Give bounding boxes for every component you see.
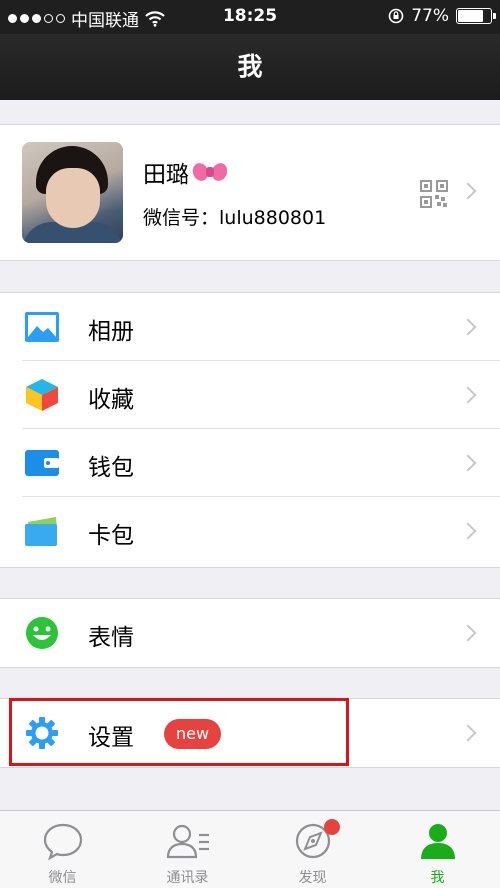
chevron-right-icon (459, 724, 477, 742)
chevron-right-icon (459, 624, 477, 642)
tab-label: 我 (430, 870, 445, 886)
notification-dot (324, 819, 340, 835)
contacts-icon (166, 824, 209, 859)
tab-chats[interactable]: 微信 (0, 811, 125, 888)
menu-item-favorites[interactable]: 收藏 (0, 361, 500, 429)
smiley-icon (26, 617, 58, 649)
menu-label: 表情 (88, 625, 134, 651)
battery-icon (456, 8, 496, 24)
qr-code-icon[interactable] (420, 180, 448, 208)
page-title: 我 (0, 34, 500, 100)
bow-emoji-icon (193, 160, 227, 184)
tab-me[interactable]: 我 (375, 811, 500, 888)
menu-item-stickers[interactable]: 表情 (0, 599, 500, 667)
chevron-right-icon (459, 454, 477, 472)
chevron-right-icon (459, 522, 477, 540)
status-bar: 中国联通 18:25 77% (0, 0, 500, 34)
album-icon (25, 312, 59, 342)
menu-label: 钱包 (88, 455, 134, 481)
menu-group-main: 相册 收藏 钱包 卡包 (0, 292, 500, 568)
tab-label: 通讯录 (166, 870, 209, 886)
tab-discover[interactable]: 发现 (250, 811, 375, 888)
menu-item-wallet[interactable]: 钱包 (0, 429, 500, 497)
tab-label: 发现 (298, 870, 327, 886)
battery-area: 77% (388, 6, 496, 26)
profile-card[interactable]: 田璐 微信号：lulu880801 (0, 124, 500, 261)
menu-label: 收藏 (88, 387, 134, 413)
menu-item-album[interactable]: 相册 (0, 293, 500, 361)
tab-contacts[interactable]: 通讯录 (125, 811, 250, 888)
battery-level (458, 10, 483, 22)
highlight-annotation-box (9, 698, 349, 766)
chevron-right-icon (459, 318, 477, 336)
menu-label: 相册 (88, 319, 134, 345)
tab-label: 微信 (48, 870, 77, 886)
avatar[interactable] (22, 142, 123, 243)
menu-group-stickers: 表情 (0, 598, 500, 668)
menu-label: 卡包 (88, 523, 134, 549)
profile-name-row: 田璐 (143, 155, 227, 189)
battery-percent: 77% (411, 6, 449, 26)
profile-name: 田璐 (143, 162, 189, 188)
card-pack-icon (25, 517, 57, 546)
wallet-icon (25, 450, 59, 476)
bottom-tab-bar: 微信 通讯录 发现 我 (0, 810, 500, 888)
person-icon (420, 824, 455, 859)
favorites-cube-icon (26, 379, 58, 411)
wechat-id: 微信号：lulu880801 (143, 207, 327, 229)
rotation-lock-icon (388, 8, 404, 24)
menu-item-cards[interactable]: 卡包 (0, 497, 500, 565)
chevron-right-icon (459, 182, 477, 200)
chevron-right-icon (459, 386, 477, 404)
chat-bubble-icon (43, 823, 82, 861)
